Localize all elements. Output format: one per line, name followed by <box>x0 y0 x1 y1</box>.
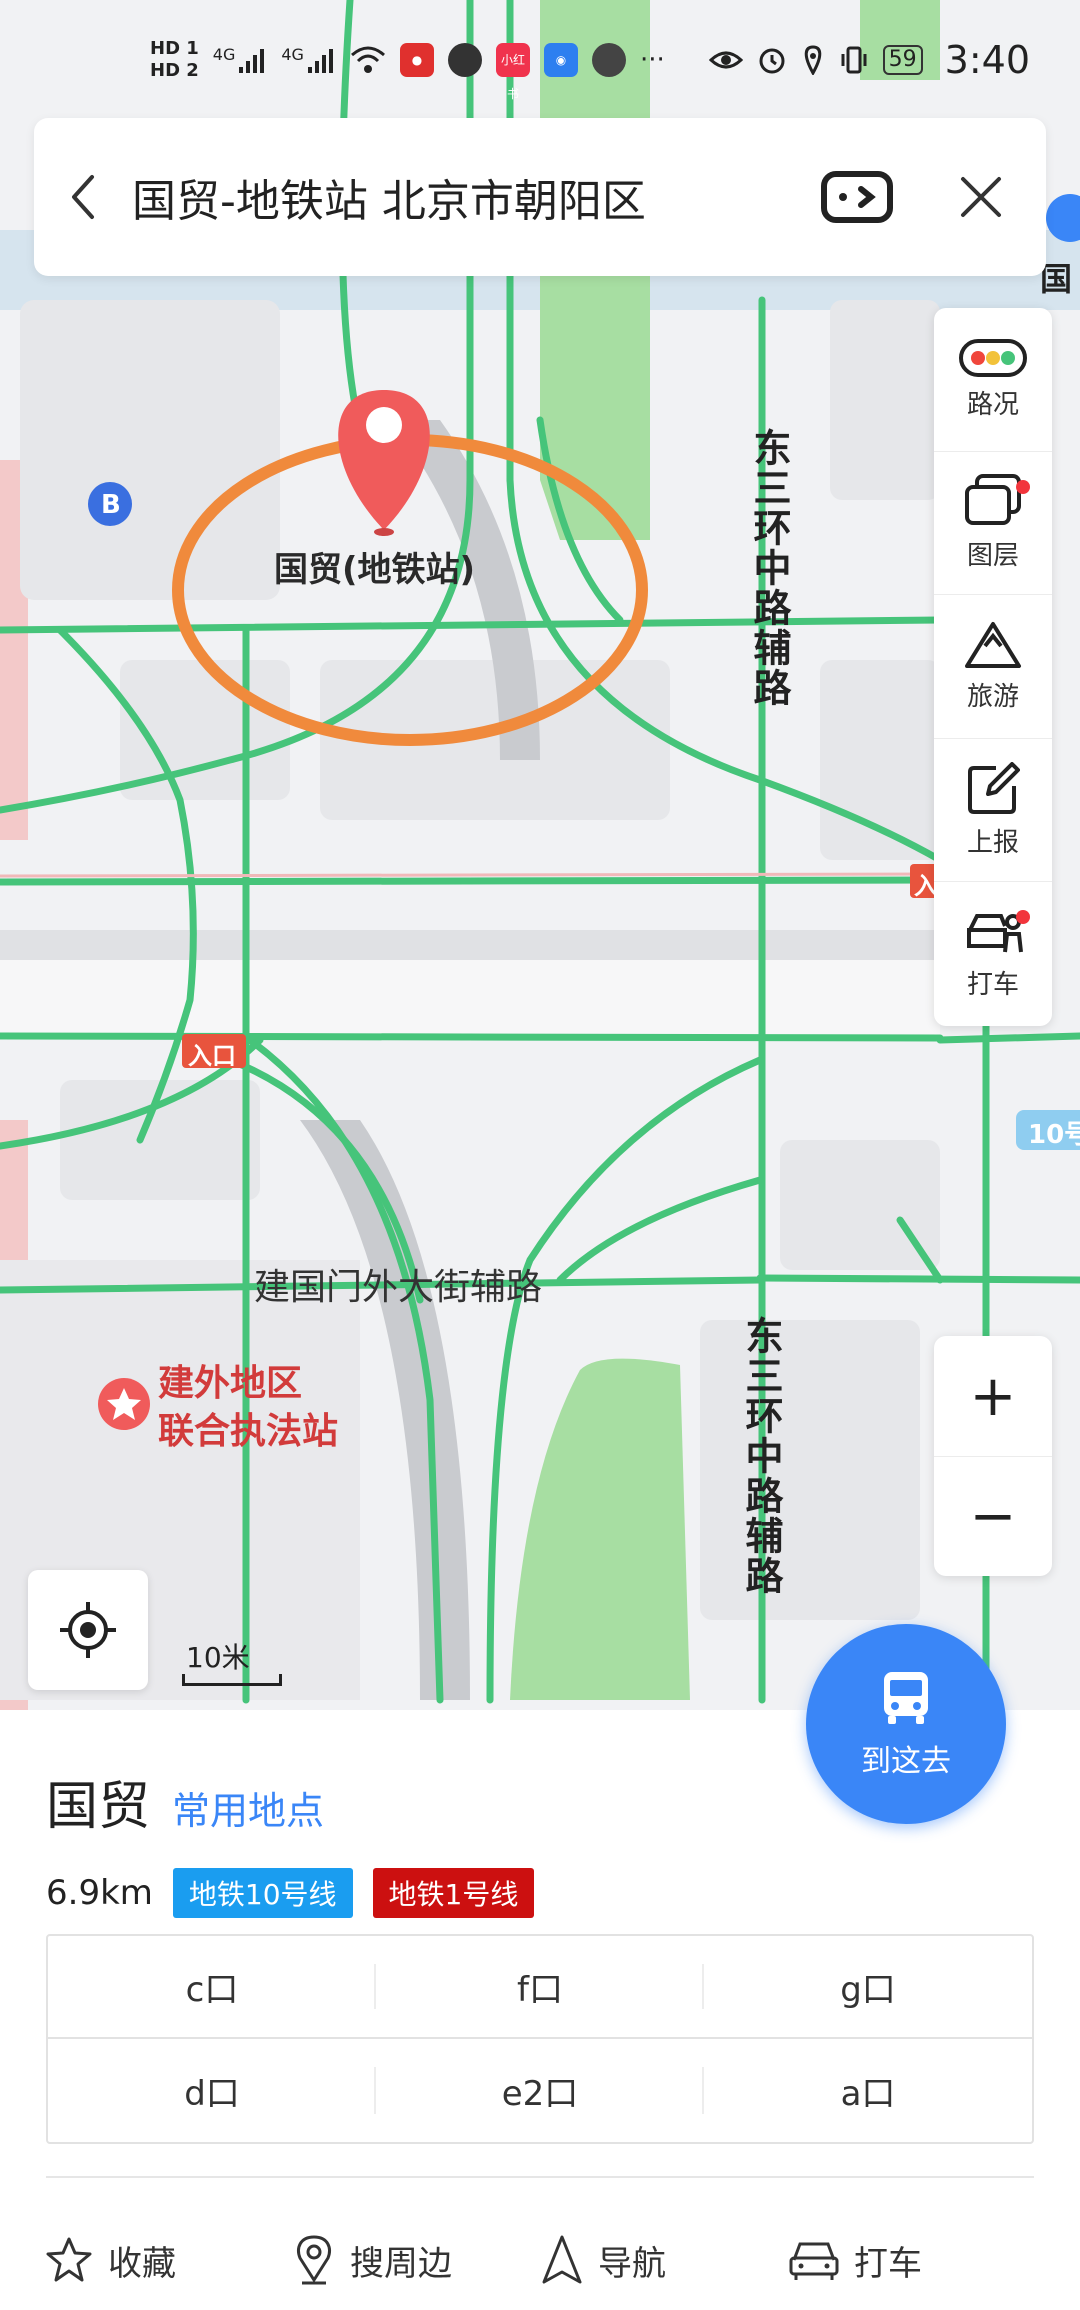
close-icon <box>961 177 1001 217</box>
taxi-label: 打车 <box>854 2243 922 2284</box>
tool-report[interactable]: 上报 <box>934 739 1052 883</box>
status-right: 59 3:40 <box>708 38 1030 82</box>
signal-2-icon: 4G <box>281 45 336 75</box>
favorite-button[interactable]: 收藏 <box>44 2235 292 2285</box>
wifi-icon <box>350 46 385 73</box>
vibrate-icon <box>841 46 867 74</box>
chevron-left-icon <box>72 175 94 219</box>
transit-card-icon <box>821 171 893 223</box>
star-icon <box>46 2237 92 2282</box>
scale-line <box>182 1674 282 1686</box>
qq-app-icon <box>447 43 482 77</box>
battery-icon: 59 <box>882 45 923 75</box>
divider <box>46 2176 1034 2178</box>
place-title-row: 国贸 常用地点 <box>46 1764 324 1839</box>
notification-dot <box>1016 479 1030 494</box>
frequent-place-link[interactable]: 常用地点 <box>172 1780 324 1835</box>
navigate-label: 导航 <box>598 2243 666 2284</box>
scale-label: 10米 <box>186 1641 250 1674</box>
tool-taxi[interactable]: 打车 <box>934 882 1052 1026</box>
bus-badge-label: B <box>101 490 121 520</box>
exit-c[interactable]: c口 <box>48 1936 376 2039</box>
mountain-travel-icon <box>965 621 1021 668</box>
zoom-out-button[interactable]: − <box>934 1456 1052 1576</box>
status-left: HD 1 HD 2 4G 4G ● 小红书 ◉ ··· <box>150 38 665 101</box>
edit-report-icon <box>968 761 1020 814</box>
layers-icon <box>965 474 1021 526</box>
navigate-button[interactable]: 导航 <box>540 2234 788 2286</box>
taxi-icon <box>967 913 1023 952</box>
go-here-button[interactable]: 到这去 <box>806 1624 1006 1824</box>
favorite-label: 收藏 <box>108 2243 176 2284</box>
transit-card-button[interactable] <box>812 118 902 276</box>
distance: 6.9km <box>46 1873 153 1913</box>
exit-e2[interactable]: e2口 <box>376 2039 704 2142</box>
zoom-controls: + − <box>934 1336 1052 1576</box>
road-label-east-third-ring-north: 东三环中路辅路 <box>747 428 791 708</box>
car-icon <box>789 2242 839 2280</box>
close-button[interactable] <box>936 118 1026 276</box>
station-exits-grid: c口 f口 g口 d口 e2口 a口 <box>46 1934 1034 2144</box>
place-meta-row: 6.9km 地铁10号线 地铁1号线 <box>46 1868 535 1918</box>
entrance-label: 入口 <box>188 1042 236 1070</box>
subway-line-1-badge[interactable]: 地铁1号线 <box>372 1868 535 1918</box>
clock: 3:40 <box>944 38 1030 82</box>
exit-f[interactable]: f口 <box>376 1936 704 2039</box>
road-label-east-third-ring-south: 东三环中路辅路 <box>739 1316 783 1596</box>
tool-taxi-label: 打车 <box>966 969 1019 1000</box>
bus-icon <box>884 1672 928 1724</box>
tool-traffic[interactable]: 路况 <box>934 308 1052 452</box>
edge-line-label: 10号 <box>1028 1120 1080 1150</box>
eye-icon <box>708 51 743 69</box>
status-bar: HD 1 HD 2 4G 4G ● 小红书 ◉ ··· 59 3:40 <box>0 0 1080 120</box>
map-scale: 10米 <box>182 1636 282 1686</box>
subway-line-10-badge[interactable]: 地铁10号线 <box>172 1868 353 1918</box>
tool-layers[interactable]: 图层 <box>934 452 1052 596</box>
taxi-button[interactable]: 打车 <box>788 2236 1036 2285</box>
hotspot-app-icon: ◉ <box>543 43 578 77</box>
crosshair-locate-icon <box>60 1602 116 1658</box>
back-button[interactable] <box>34 118 132 276</box>
tool-travel[interactable]: 旅游 <box>934 595 1052 739</box>
action-bar: 收藏 搜周边 导航 打车 <box>0 2210 1080 2310</box>
signal-1-icon: 4G <box>213 45 268 75</box>
poi-label-guomao[interactable]: 国贸(地铁站) <box>274 542 475 591</box>
locate-me-button[interactable] <box>28 1570 148 1690</box>
tool-layers-label: 图层 <box>966 541 1019 572</box>
poi-label-enforcement-station[interactable]: 建外地区 联合执法站 <box>158 1360 338 1456</box>
traffic-icon <box>959 338 1027 377</box>
tool-traffic-label: 路况 <box>966 389 1019 420</box>
mic-app-icon: ● <box>399 43 434 77</box>
tool-travel-label: 旅游 <box>966 681 1019 712</box>
search-nearby-label: 搜周边 <box>350 2243 452 2284</box>
notification-dot <box>1016 910 1030 925</box>
exit-g[interactable]: g口 <box>704 1936 1032 2039</box>
location-pin-icon <box>297 2235 331 2285</box>
sim-indicators: HD 1 HD 2 <box>150 38 199 81</box>
search-bar[interactable]: 国贸-地铁站 北京市朝阳区 <box>34 118 1046 276</box>
exit-d[interactable]: d口 <box>48 2039 376 2142</box>
shield-app-icon <box>591 43 626 77</box>
road-label-jianguomenwai: 建国门外大街辅路 <box>254 1267 543 1308</box>
place-name: 国贸 <box>46 1777 151 1837</box>
search-query[interactable]: 国贸-地铁站 北京市朝阳区 <box>132 165 812 229</box>
zoom-in-button[interactable]: + <box>934 1336 1052 1456</box>
search-nearby-button[interactable]: 搜周边 <box>292 2234 540 2286</box>
map-tool-panel: 路况 图层 旅游 上报 打车 <box>934 308 1052 1026</box>
alarm-icon <box>759 48 785 74</box>
more-notifications-icon: ··· <box>639 45 665 75</box>
tool-report-label: 上报 <box>966 827 1019 858</box>
navigation-arrow-icon <box>542 2235 582 2284</box>
location-status-icon <box>804 45 821 75</box>
exit-a[interactable]: a口 <box>704 2039 1032 2142</box>
go-here-label: 到这去 <box>861 1744 951 1779</box>
xiaohongshu-app-icon: 小红书 <box>495 43 530 101</box>
